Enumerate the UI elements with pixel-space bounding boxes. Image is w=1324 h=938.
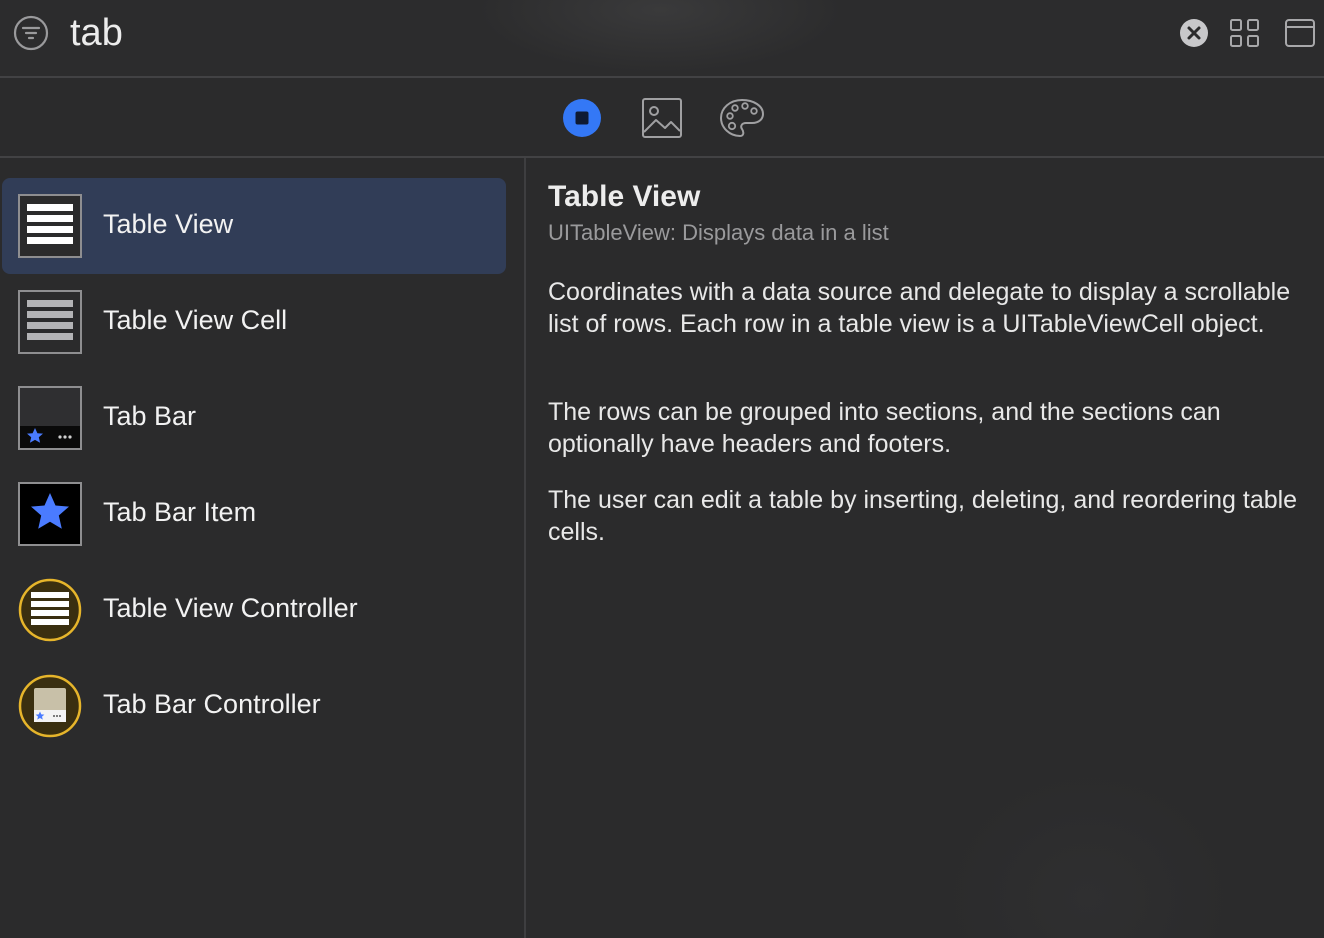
library-list: Table View Table View Cell Tab Bar Tab B… xyxy=(0,158,526,938)
tab-bar-controller-icon xyxy=(18,674,82,738)
table-view-controller-icon xyxy=(18,578,82,642)
objects-segment-stop-circle-icon[interactable] xyxy=(560,96,604,140)
search-input[interactable] xyxy=(70,10,970,56)
list-item-label: Tab Bar Item xyxy=(103,497,257,527)
list-item-table-view[interactable]: Table View xyxy=(2,178,506,274)
list-item-label: Tab Bar Controller xyxy=(103,689,321,719)
grid-view-icon[interactable] xyxy=(1229,17,1261,49)
list-item-label: Tab Bar xyxy=(103,401,197,431)
list-item-table-view-cell[interactable]: Table View Cell xyxy=(2,274,506,370)
list-item-label: Table View xyxy=(103,209,234,239)
library-window: Table View Table View Cell Tab Bar xyxy=(0,0,1324,938)
detail-paragraph: The rows can be grouped into sections, a… xyxy=(548,398,1221,458)
media-segment-image-icon[interactable] xyxy=(640,96,684,140)
detail-subtitle: UITableView: Displays data in a list xyxy=(548,220,889,245)
detail-pane: Table View UITableView: Displays data in… xyxy=(528,158,1324,938)
list-item-tab-bar[interactable]: Tab Bar xyxy=(2,370,506,466)
tab-bar-icon xyxy=(18,386,82,450)
detail-paragraph: The user can edit a table by inserting, … xyxy=(548,486,1298,546)
list-item-label: Table View Controller xyxy=(103,593,358,623)
tab-bar-item-icon xyxy=(18,482,82,546)
window-icon[interactable] xyxy=(1284,17,1316,49)
list-item-label: Table View Cell xyxy=(103,305,288,335)
list-item-tab-bar-controller[interactable]: Tab Bar Controller xyxy=(2,658,506,754)
clear-icon[interactable] xyxy=(1179,18,1209,48)
filter-icon[interactable] xyxy=(13,15,49,51)
search-bar xyxy=(0,0,1324,78)
detail-title: Table View xyxy=(548,180,701,213)
detail-paragraph: Coordinates with a data source and deleg… xyxy=(548,278,1291,338)
list-item-table-view-controller[interactable]: Table View Controller xyxy=(2,562,506,658)
library-segment-bar xyxy=(0,78,1324,158)
table-view-icon xyxy=(18,194,82,258)
colors-segment-palette-icon[interactable] xyxy=(718,96,766,140)
list-item-tab-bar-item[interactable]: Tab Bar Item xyxy=(2,466,506,562)
table-view-cell-icon xyxy=(18,290,82,354)
